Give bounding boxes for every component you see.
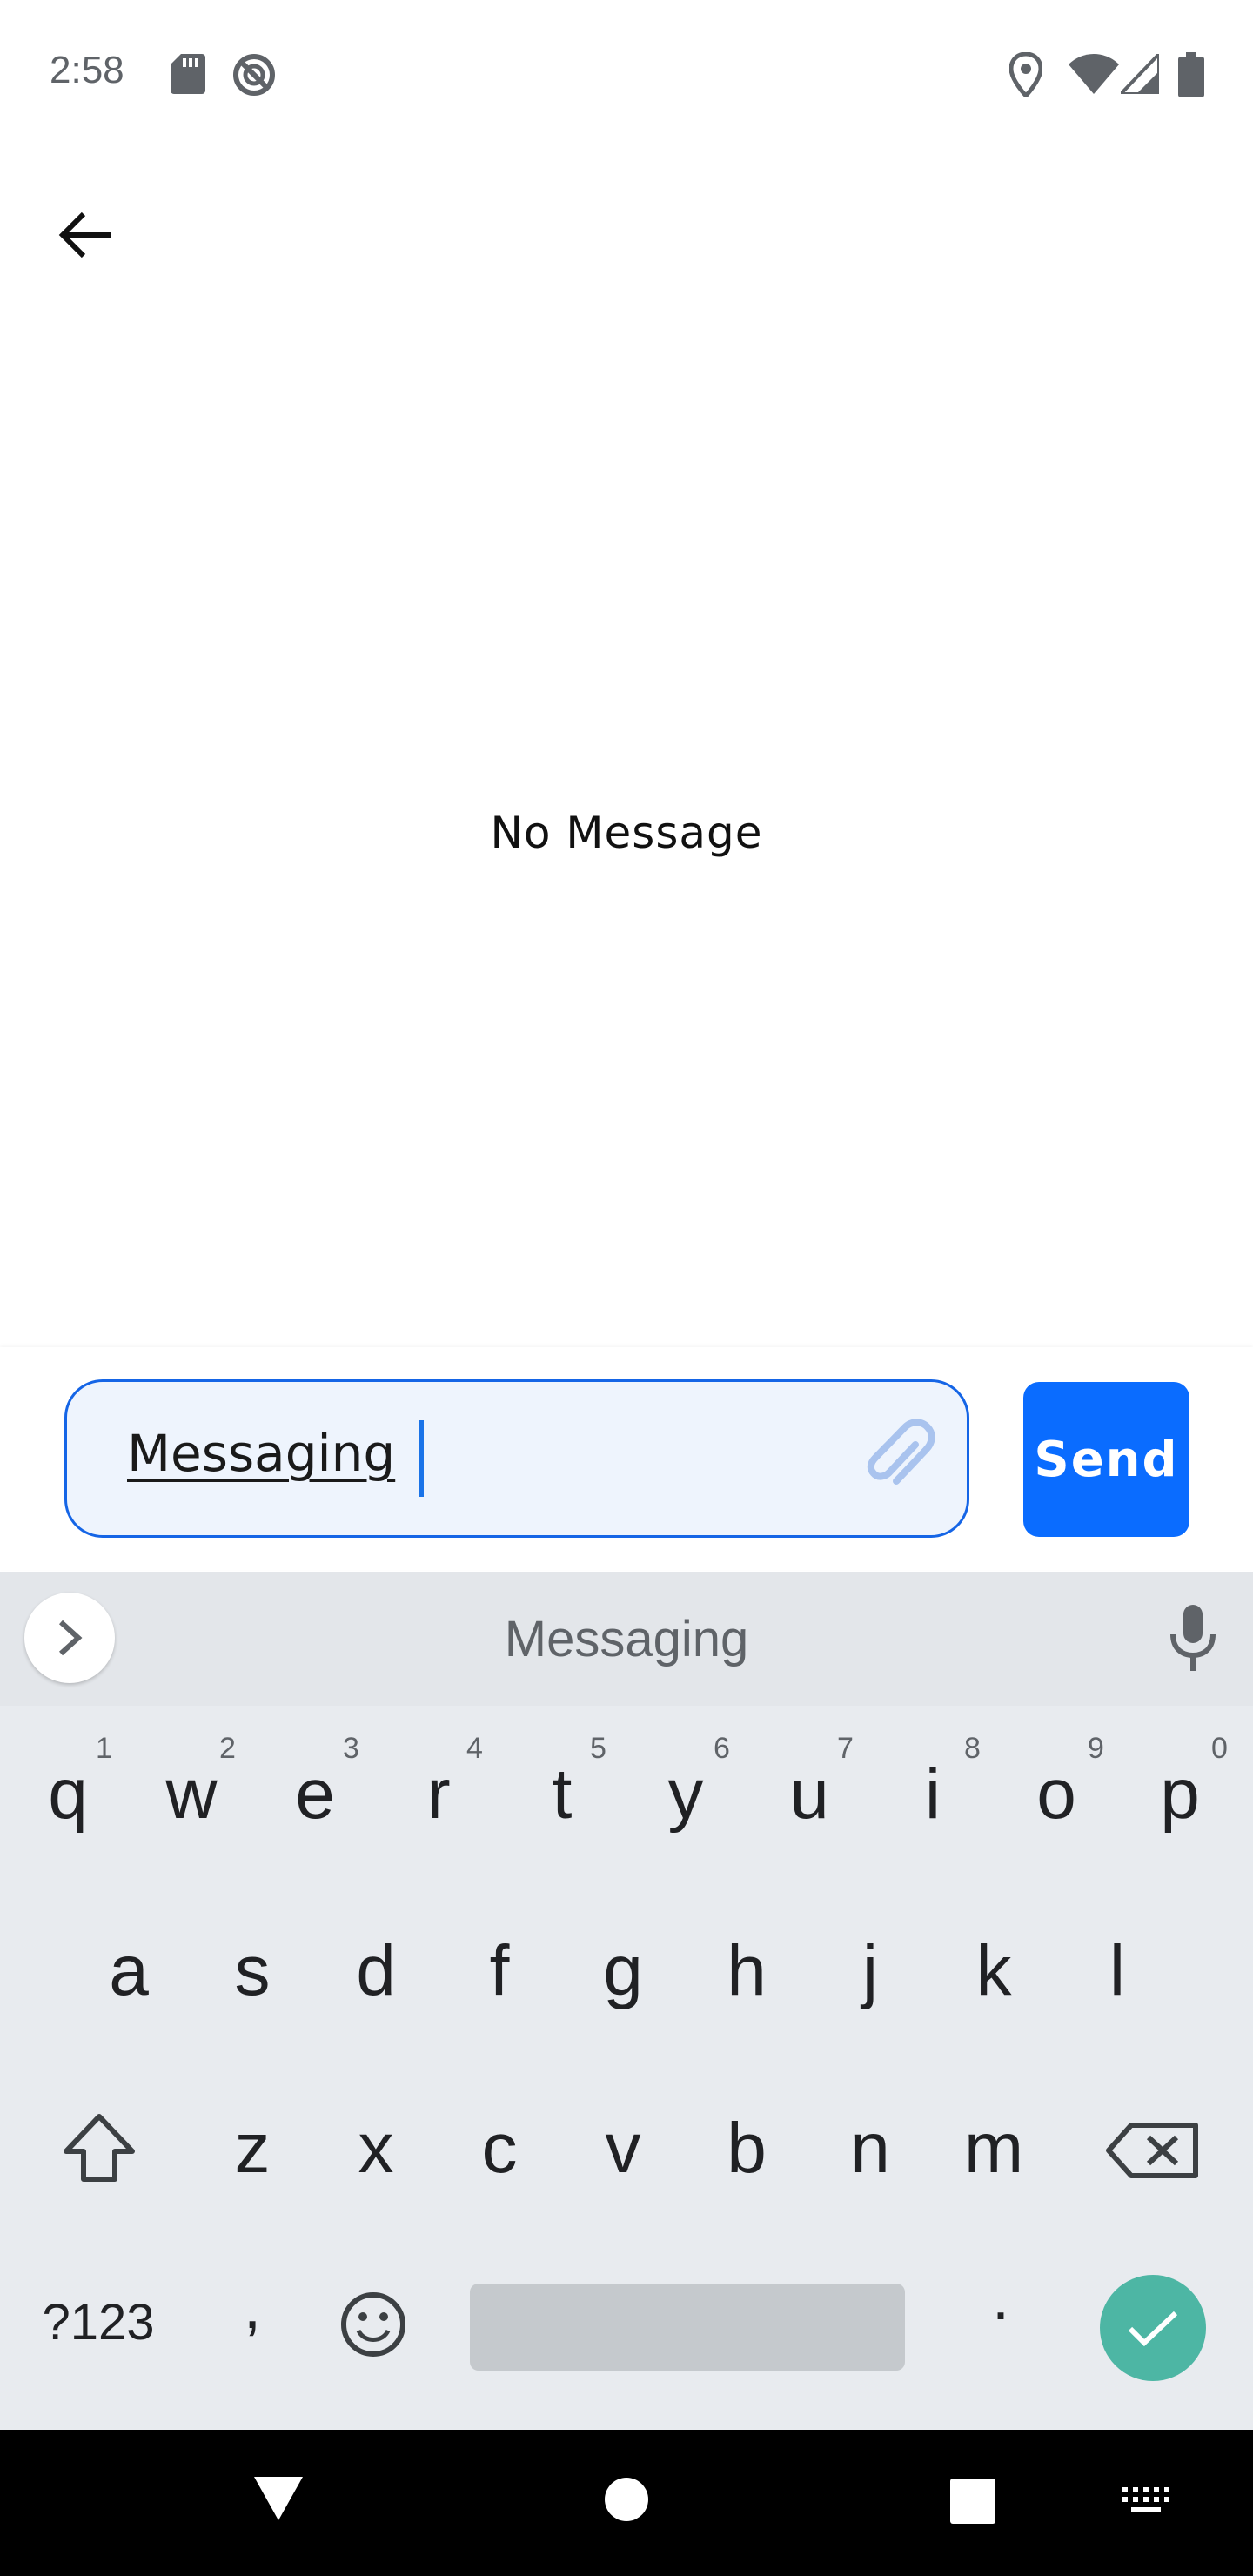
key-hint: 2 [219, 1732, 236, 1765]
status-time: 2:58 [50, 49, 124, 91]
arrow-back-icon [58, 211, 111, 258]
key-hint: 7 [837, 1732, 854, 1765]
key-z[interactable]: z [191, 2083, 313, 2214]
signal-icon [1121, 54, 1159, 94]
key-hint: 1 [96, 1732, 112, 1765]
shift-arrow-icon [64, 2114, 135, 2182]
suggestion-word[interactable]: Messaging [0, 1610, 1253, 1668]
key-f[interactable]: f [439, 1906, 560, 2036]
back-triangle-icon[interactable] [252, 2475, 305, 2522]
home-circle-icon[interactable] [604, 2477, 649, 2522]
key-hint: 3 [343, 1732, 359, 1765]
text-caret [419, 1420, 424, 1497]
key-hint: 5 [590, 1732, 606, 1765]
location-icon [1009, 52, 1042, 97]
key-m[interactable]: m [933, 2083, 1055, 2214]
key-k[interactable]: k [933, 1906, 1055, 2036]
voice-input-button[interactable] [1166, 1603, 1220, 1673]
key-hint: 6 [714, 1732, 730, 1765]
microphone-icon [1170, 1605, 1216, 1671]
attach-button[interactable] [861, 1419, 940, 1502]
key-d[interactable]: d [315, 1906, 437, 2036]
send-button[interactable]: Send [1023, 1382, 1189, 1537]
backspace-key[interactable] [1100, 2089, 1208, 2210]
navigation-bar [0, 2430, 1253, 2576]
period-key[interactable]: . [966, 2263, 1035, 2334]
key-hint: 0 [1211, 1732, 1228, 1765]
key-x[interactable]: x [315, 2083, 437, 2214]
key-hint: 9 [1088, 1732, 1104, 1765]
emoji-key[interactable] [338, 2289, 409, 2360]
key-g[interactable]: g [562, 1906, 684, 2036]
recents-square-icon[interactable] [950, 2479, 995, 2524]
checkmark-icon [1128, 2311, 1178, 2347]
key-h[interactable]: h [686, 1906, 807, 2036]
enter-key[interactable] [1100, 2275, 1206, 2381]
key-b[interactable]: b [686, 2083, 807, 2214]
key-hint: 4 [466, 1732, 483, 1765]
status-bar: 2:58 [0, 0, 1253, 148]
empty-state-text: No Message [490, 808, 763, 858]
wifi-icon [1069, 54, 1119, 94]
message-input-value: Messaging [127, 1424, 396, 1483]
key-a[interactable]: a [68, 1906, 190, 2036]
key-c[interactable]: c [439, 2083, 560, 2214]
key-j[interactable]: j [809, 1906, 931, 2036]
key-hint: 8 [964, 1732, 981, 1765]
back-button[interactable] [42, 191, 129, 278]
no-disturb-icon [233, 54, 275, 96]
key-s[interactable]: s [191, 1906, 313, 2036]
key-l[interactable]: l [1056, 1906, 1178, 2036]
paperclip-icon [867, 1419, 935, 1485]
battery-icon [1178, 52, 1204, 97]
shift-key[interactable] [45, 2089, 153, 2210]
keyboard-switch-icon[interactable] [1121, 2484, 1173, 2519]
space-key[interactable] [470, 2284, 905, 2371]
key-v[interactable]: v [562, 2083, 684, 2214]
symbols-key[interactable]: ?123 [24, 2293, 172, 2351]
comma-key[interactable]: , [218, 2271, 287, 2343]
key-n[interactable]: n [809, 2083, 931, 2214]
sd-card-icon [171, 54, 205, 94]
smiley-icon [341, 2292, 405, 2357]
backspace-icon [1106, 2123, 1198, 2178]
